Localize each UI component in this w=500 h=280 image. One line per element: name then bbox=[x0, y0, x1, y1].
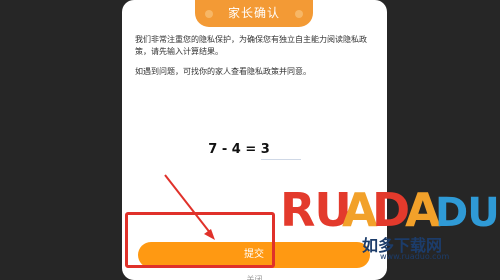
site-watermark: RU A D A DUO 如多下载网 www.ruaduo.com bbox=[280, 180, 500, 280]
watermark-url: www.ruaduo.com bbox=[380, 252, 450, 261]
watermark-logo-icon: RU A D A DUO bbox=[280, 183, 500, 237]
svg-text:RU: RU bbox=[280, 183, 351, 235]
svg-text:DUO: DUO bbox=[435, 190, 500, 235]
svg-text:D: D bbox=[372, 183, 409, 235]
